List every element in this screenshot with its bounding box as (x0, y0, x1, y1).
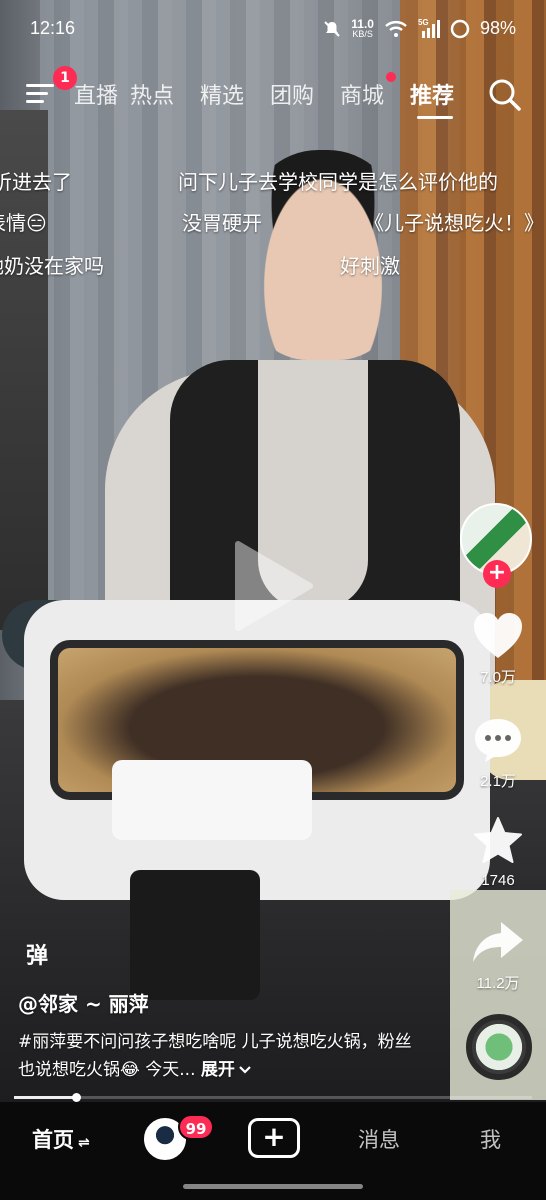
bottom-tab-bar: 首页 ⇌ 99 + 消息 我 (0, 1102, 546, 1200)
tab-home-label: 首页 (32, 1128, 74, 1152)
danmaku-item: 听进去了 (0, 170, 72, 194)
comment-count: 2.1万 (480, 773, 516, 790)
friends-badge: 99 (178, 1114, 214, 1140)
heart-icon (474, 613, 522, 658)
danmaku-item: 好刺激 (340, 254, 400, 278)
create-button[interactable]: + (248, 1118, 300, 1158)
signal-icon: 5G (418, 18, 440, 38)
tab-hot[interactable]: 热点 (130, 78, 174, 110)
danmaku-item: 《儿子说想吃火！》 (364, 211, 544, 235)
comment-action[interactable]: 2.1万 (466, 716, 530, 791)
tab-featured[interactable]: 精选 (200, 78, 244, 110)
status-time: 12:16 (30, 18, 76, 38)
expand-label: 展开 (200, 1060, 235, 1080)
danmaku-item: 表情😑 (0, 211, 47, 235)
video-description: #丽萍要不问问孩子想吃啥呢 儿子说想吃火锅，粉丝也说想吃火锅😂 今天... 展开 (18, 1028, 418, 1084)
battery-percent: 98% (479, 18, 516, 38)
menu-icon[interactable] (26, 84, 54, 104)
home-indicator (183, 1184, 363, 1189)
tab-me[interactable]: 我 (480, 1124, 501, 1154)
mute-icon (324, 20, 340, 37)
refresh-icon: ⇌ (78, 1135, 90, 1151)
top-nav: 1 直播 热点 精选 团购 商城 推荐 (0, 66, 546, 119)
hotpot-stove (130, 870, 260, 1000)
danmaku-toggle-button[interactable]: 弹 (26, 938, 48, 970)
video-progress-bar[interactable] (14, 1093, 532, 1102)
danmaku-item: 问下儿子去学校同学是怎么评价他的 (178, 170, 498, 194)
tab-home[interactable]: 首页 ⇌ (32, 1124, 90, 1154)
star-icon (474, 817, 522, 863)
mall-dot-badge (386, 72, 396, 82)
battery-icon (450, 19, 470, 38)
tab-recommend[interactable]: 推荐 (410, 78, 454, 110)
comment-icon (475, 719, 521, 762)
expand-button[interactable]: 展开 (201, 1060, 252, 1080)
net-speed: 11.0 KB/S (351, 18, 374, 39)
favorite-count: 1746 (481, 872, 515, 889)
follow-button[interactable]: + (483, 560, 511, 588)
author-name[interactable]: @邻家 ~ 丽萍 (18, 988, 149, 1017)
like-count: 7.0万 (480, 669, 516, 686)
music-disc[interactable] (466, 1014, 532, 1080)
status-icons: 11.0 KB/S 5G 98% (323, 18, 516, 39)
danmaku-item: 她奶没在家吗 (0, 254, 104, 278)
tab-live[interactable]: 直播 (74, 78, 118, 110)
search-icon[interactable] (488, 78, 522, 112)
progress-fill (14, 1096, 77, 1099)
active-tab-underline (417, 116, 453, 119)
share-action[interactable]: 11.2万 (466, 918, 530, 993)
like-action[interactable]: 7.0万 (466, 612, 530, 687)
wifi-icon (385, 20, 407, 37)
chevron-down-icon (239, 1066, 251, 1074)
tab-group-buy[interactable]: 团购 (270, 78, 314, 110)
hotpot-handle (112, 760, 312, 840)
status-bar: 12:16 11.0 KB/S 5G 98% (0, 0, 546, 60)
share-count: 11.2万 (476, 975, 520, 992)
tab-messages[interactable]: 消息 (358, 1124, 400, 1154)
danmaku-item: 没胃硬开 (182, 211, 262, 235)
share-icon (473, 922, 523, 962)
tab-mall[interactable]: 商城 (340, 78, 384, 110)
net-speed-unit: KB/S (352, 29, 373, 39)
play-icon[interactable] (232, 540, 314, 632)
favorite-action[interactable]: 1746 (466, 816, 530, 889)
